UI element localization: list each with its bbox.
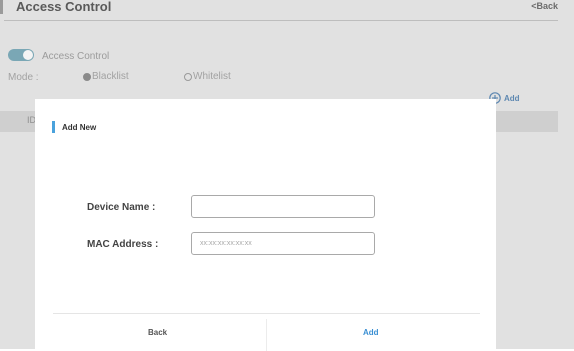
back-link[interactable]: <Back	[531, 1, 558, 11]
dialog-back-button[interactable]: Back	[148, 328, 167, 337]
header-accent-bar	[0, 0, 3, 14]
toggle-knob	[23, 50, 33, 60]
device-name-label: Device Name :	[87, 202, 156, 213]
add-new-dialog: Add New Device Name : MAC Address : Back…	[35, 99, 496, 351]
dialog-accent-bar	[52, 121, 55, 133]
mac-address-input[interactable]	[191, 232, 375, 255]
dialog-button-separator	[266, 319, 267, 351]
mode-label: Mode :	[8, 72, 39, 83]
dialog-footer-divider	[53, 313, 480, 314]
page-title: Access Control	[16, 0, 112, 14]
mac-address-label: MAC Address :	[87, 239, 159, 250]
device-name-input[interactable]	[191, 195, 375, 218]
dialog-title: Add New	[62, 123, 97, 132]
access-control-toggle[interactable]	[8, 49, 34, 61]
add-link-label: Add	[504, 93, 520, 103]
header-divider	[4, 20, 558, 21]
dialog-add-button[interactable]: Add	[363, 328, 379, 337]
radio-whitelist[interactable]: Whitelist	[184, 71, 231, 82]
radio-blacklist[interactable]: Blacklist	[83, 71, 129, 82]
radio-whitelist-label: Whitelist	[193, 71, 231, 82]
radio-checked-icon	[83, 72, 91, 81]
access-control-label: Access Control	[42, 51, 110, 62]
radio-blacklist-label: Blacklist	[92, 71, 129, 82]
radio-unchecked-icon	[184, 72, 192, 81]
